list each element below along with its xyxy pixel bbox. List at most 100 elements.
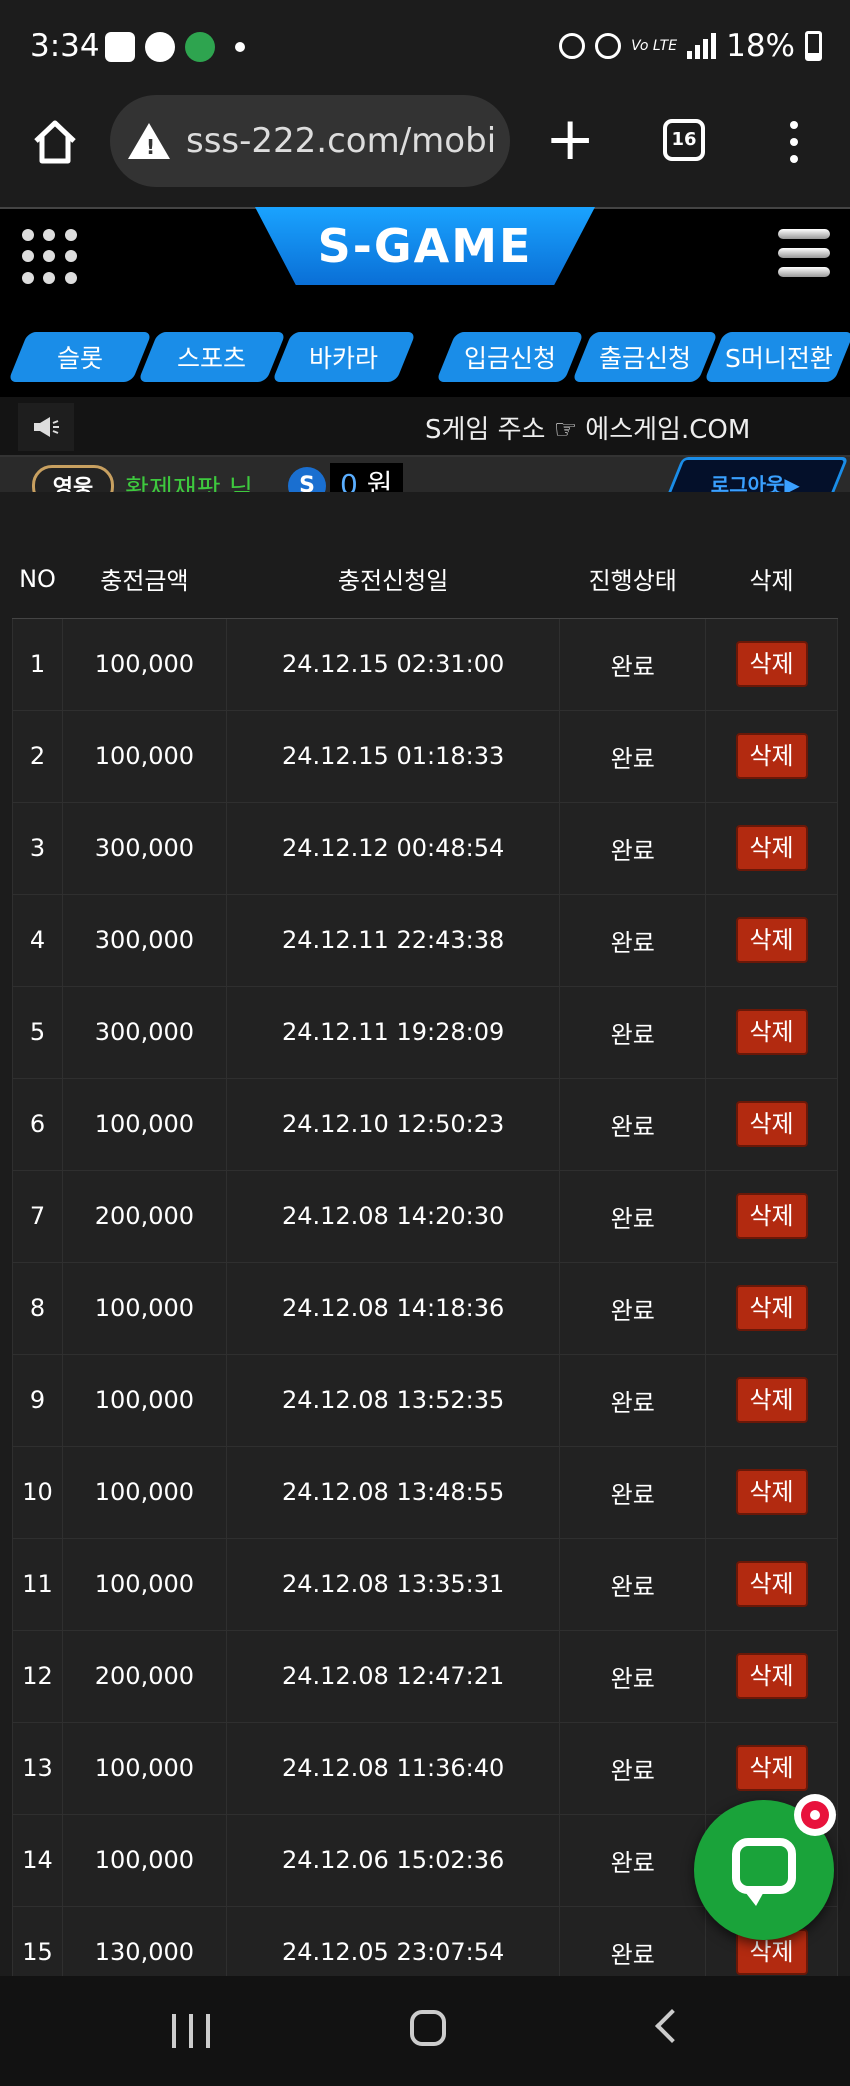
cell-date: 24.12.12 00:48:54 xyxy=(225,801,561,895)
cell-amount: 200,000 xyxy=(61,1169,227,1263)
cell-amount: 100,000 xyxy=(61,1721,227,1815)
chat-badge xyxy=(794,1794,836,1836)
cell-delete: 삭제 xyxy=(705,985,838,1079)
cell-delete: 삭제 xyxy=(705,1445,838,1539)
cell-amount: 300,000 xyxy=(61,801,227,895)
status-bar: 3:34 Vo LTE 18% xyxy=(0,0,850,95)
nav-recents-icon[interactable] xyxy=(172,2014,210,2048)
cell-delete: 삭제 xyxy=(705,709,838,803)
chat-button[interactable] xyxy=(694,1794,836,1940)
delete-button[interactable]: 삭제 xyxy=(735,1285,808,1331)
system-nav-bar xyxy=(0,1976,850,2086)
table-body: 1 100,000 24.12.15 02:31:00 완료 삭제 2 100,000 24.… xyxy=(12,617,838,1976)
table-row: 1 100,000 24.12.15 02:31:00 완료 삭제 xyxy=(12,617,838,711)
site-logo[interactable]: S-GAME xyxy=(255,207,595,285)
url-text[interactable]: sss-222.com/mobi xyxy=(186,121,496,161)
cell-status: 완료 xyxy=(559,1353,707,1447)
cell-status: 완료 xyxy=(559,985,707,1079)
cell-amount: 100,000 xyxy=(61,709,227,803)
table-row: 11 100,000 24.12.08 13:35:31 완료 삭제 xyxy=(12,1537,838,1631)
nav-sports[interactable]: 스포츠 xyxy=(137,332,287,382)
notice-text: S게임 주소 ☞ 에스게임.COM xyxy=(425,415,751,445)
delete-button[interactable]: 삭제 xyxy=(735,641,808,687)
table-header-row: NO 충전금액 충전신청일 진행상태 삭제 xyxy=(12,540,838,619)
cell-date: 24.12.11 19:28:09 xyxy=(225,985,561,1079)
table-row: 12 200,000 24.12.08 12:47:21 완료 삭제 xyxy=(12,1629,838,1723)
cell-amount: 100,000 xyxy=(61,1261,227,1355)
browser-toolbar: ! sss-222.com/mobi + 16 xyxy=(0,95,850,207)
more-notifications-icon xyxy=(235,42,245,52)
delete-button[interactable]: 삭제 xyxy=(735,1101,808,1147)
table-row: 5 300,000 24.12.11 19:28:09 완료 삭제 xyxy=(12,985,838,1079)
cell-date: 24.12.08 14:20:30 xyxy=(225,1169,561,1263)
cell-no: 8 xyxy=(12,1261,63,1355)
cell-status: 완료 xyxy=(559,1445,707,1539)
alarm-icon xyxy=(559,33,586,59)
cell-delete: 삭제 xyxy=(705,801,838,895)
cell-status: 완료 xyxy=(559,709,707,803)
cell-no: 13 xyxy=(12,1721,63,1815)
cell-no: 6 xyxy=(12,1077,63,1171)
cell-date: 24.12.08 13:52:35 xyxy=(225,1353,561,1447)
delete-button[interactable]: 삭제 xyxy=(735,1009,808,1055)
address-bar[interactable]: ! sss-222.com/mobi xyxy=(110,95,510,187)
cell-status: 완료 xyxy=(559,1721,707,1815)
cell-no: 4 xyxy=(12,893,63,987)
new-tab-button[interactable]: + xyxy=(545,109,595,169)
header-date: 충전신청일 xyxy=(226,540,560,619)
table-row: 3 300,000 24.12.12 00:48:54 완료 삭제 xyxy=(12,801,838,895)
nav-home-icon[interactable] xyxy=(410,2010,446,2046)
cell-amount: 100,000 xyxy=(61,1077,227,1171)
delete-button[interactable]: 삭제 xyxy=(735,825,808,871)
home-icon[interactable] xyxy=(30,117,80,167)
cell-date: 24.12.08 13:35:31 xyxy=(225,1537,561,1631)
tabs-icon[interactable]: 16 xyxy=(663,119,705,161)
cell-amount: 100,000 xyxy=(61,1353,227,1447)
nav-money-transfer[interactable]: S머니전환 xyxy=(703,332,850,382)
nav-baccarat[interactable]: 바카라 xyxy=(271,332,417,382)
cell-delete: 삭제 xyxy=(705,1537,838,1631)
cell-delete: 삭제 xyxy=(705,893,838,987)
cell-amount: 100,000 xyxy=(61,1813,227,1907)
cell-amount: 100,000 xyxy=(61,1445,227,1539)
nav-deposit[interactable]: 입금신청 xyxy=(435,332,585,382)
delete-button[interactable]: 삭제 xyxy=(735,1469,808,1515)
main-nav: 슬롯 스포츠 바카라 입금신청 출금신청 S머니전환 xyxy=(0,332,850,386)
notification-icons xyxy=(105,32,245,62)
cell-date: 24.12.15 02:31:00 xyxy=(225,617,561,711)
delete-button[interactable]: 삭제 xyxy=(735,917,808,963)
cell-no: 11 xyxy=(12,1537,63,1631)
logo-text: S-GAME xyxy=(317,219,533,273)
cell-amount: 130,000 xyxy=(61,1905,227,1976)
hamburger-icon[interactable] xyxy=(778,229,830,285)
header-amount: 충전금액 xyxy=(62,540,227,619)
cell-status: 완료 xyxy=(559,801,707,895)
table-row: 6 100,000 24.12.10 12:50:23 완료 삭제 xyxy=(12,1077,838,1171)
cell-date: 24.12.08 13:48:55 xyxy=(225,1445,561,1539)
speaker-box xyxy=(18,403,74,451)
cell-date: 24.12.11 22:43:38 xyxy=(225,893,561,987)
speaker-icon xyxy=(34,417,59,437)
delete-button[interactable]: 삭제 xyxy=(735,1193,808,1239)
volte-icon: Vo LTE xyxy=(631,38,678,54)
more-icon[interactable] xyxy=(790,121,798,163)
chat-icon-tail xyxy=(742,1888,766,1906)
nav-back-icon[interactable] xyxy=(655,2009,689,2043)
warning-icon[interactable]: ! xyxy=(128,123,170,159)
cell-status: 완료 xyxy=(559,1169,707,1263)
table-row: 4 300,000 24.12.11 22:43:38 완료 삭제 xyxy=(12,893,838,987)
nav-withdraw[interactable]: 출금신청 xyxy=(571,332,719,382)
delete-button[interactable]: 삭제 xyxy=(735,1653,808,1699)
cell-date: 24.12.15 01:18:33 xyxy=(225,709,561,803)
delete-button[interactable]: 삭제 xyxy=(735,1745,808,1791)
grid-icon[interactable] xyxy=(22,229,78,285)
chat-icon xyxy=(732,1838,796,1894)
cell-no: 5 xyxy=(12,985,63,1079)
cell-status: 완료 xyxy=(559,1261,707,1355)
delete-button[interactable]: 삭제 xyxy=(735,1561,808,1607)
delete-button[interactable]: 삭제 xyxy=(735,733,808,779)
cell-status: 완료 xyxy=(559,1537,707,1631)
site-header: S-GAME 슬롯 스포츠 바카라 입금신청 출금신청 S머니전환 S게임 주소… xyxy=(0,207,850,517)
nav-slot[interactable]: 슬롯 xyxy=(7,332,153,382)
delete-button[interactable]: 삭제 xyxy=(735,1377,808,1423)
